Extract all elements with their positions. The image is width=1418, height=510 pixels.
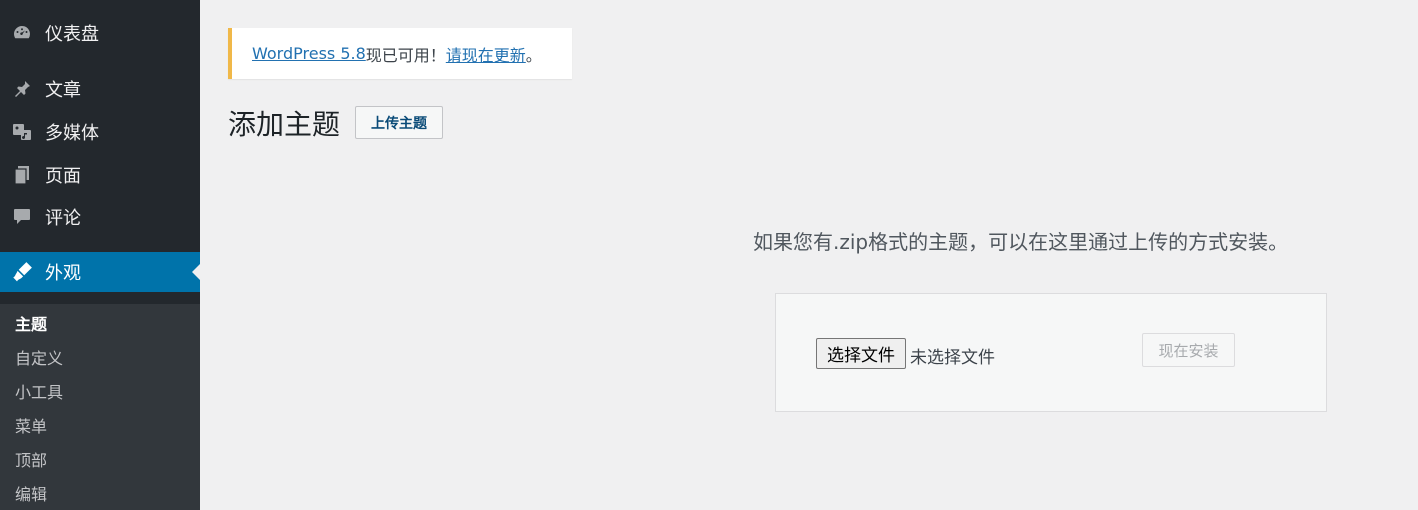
update-now-link[interactable]: 请现在更新 — [446, 42, 526, 66]
appearance-submenu: 主题 自定义 小工具 菜单 顶部 编辑 — [0, 304, 200, 510]
dashboard-icon — [11, 22, 33, 44]
choose-file-button[interactable]: 选择文件 — [816, 338, 906, 369]
upload-theme-button[interactable]: 上传主题 — [355, 106, 443, 139]
appearance-icon — [11, 261, 33, 283]
menu-item-dashboard[interactable]: 仪表盘 — [0, 13, 200, 53]
menu-item-posts[interactable]: 文章 — [0, 69, 200, 109]
notice-suffix: 。 — [525, 45, 542, 65]
pin-icon — [11, 78, 33, 100]
notice-text: 现已可用！ — [365, 45, 446, 65]
menu-label-comments: 评论 — [45, 208, 81, 229]
comment-icon — [11, 206, 33, 228]
menu-label-dashboard: 仪表盘 — [45, 24, 99, 45]
menu-label-media: 多媒体 — [45, 123, 99, 144]
media-icon — [11, 121, 33, 143]
upload-form: 选择文件 未选择文件 现在安装 — [775, 293, 1327, 412]
install-now-button[interactable]: 现在安装 — [1142, 333, 1235, 367]
file-status-text: 未选择文件 — [910, 348, 995, 368]
page-title: 添加主题 — [228, 108, 341, 141]
submenu-item-menus[interactable]: 菜单 — [15, 413, 47, 437]
pages-icon — [11, 164, 33, 186]
update-notice: WordPress 5.8 现已可用！ 请现在更新。 — [228, 28, 572, 79]
menu-item-appearance[interactable]: 外观 — [0, 252, 200, 292]
wordpress-version-link[interactable]: WordPress 5.8 — [252, 44, 366, 63]
menu-item-comments[interactable]: 评论 — [0, 197, 200, 237]
menu-item-pages[interactable]: 页面 — [0, 155, 200, 195]
menu-label-pages: 页面 — [45, 166, 81, 187]
upload-description: 如果您有.zip格式的主题，可以在这里通过上传的方式安装。 — [753, 230, 1289, 254]
submenu-item-themes[interactable]: 主题 — [15, 311, 47, 335]
active-menu-arrow — [192, 264, 200, 280]
menu-item-media[interactable]: 多媒体 — [0, 112, 200, 152]
menu-label-appearance: 外观 — [45, 263, 81, 284]
admin-sidebar: 仪表盘 文章 多媒体 页面 评论 外观 主题 自定义 小工具 菜单 顶部 编辑 — [0, 0, 200, 510]
submenu-item-editor[interactable]: 编辑 — [15, 481, 47, 505]
menu-label-posts: 文章 — [45, 80, 81, 101]
submenu-item-widgets[interactable]: 小工具 — [15, 379, 63, 403]
submenu-item-header[interactable]: 顶部 — [15, 447, 47, 471]
submenu-item-customize[interactable]: 自定义 — [15, 345, 63, 369]
